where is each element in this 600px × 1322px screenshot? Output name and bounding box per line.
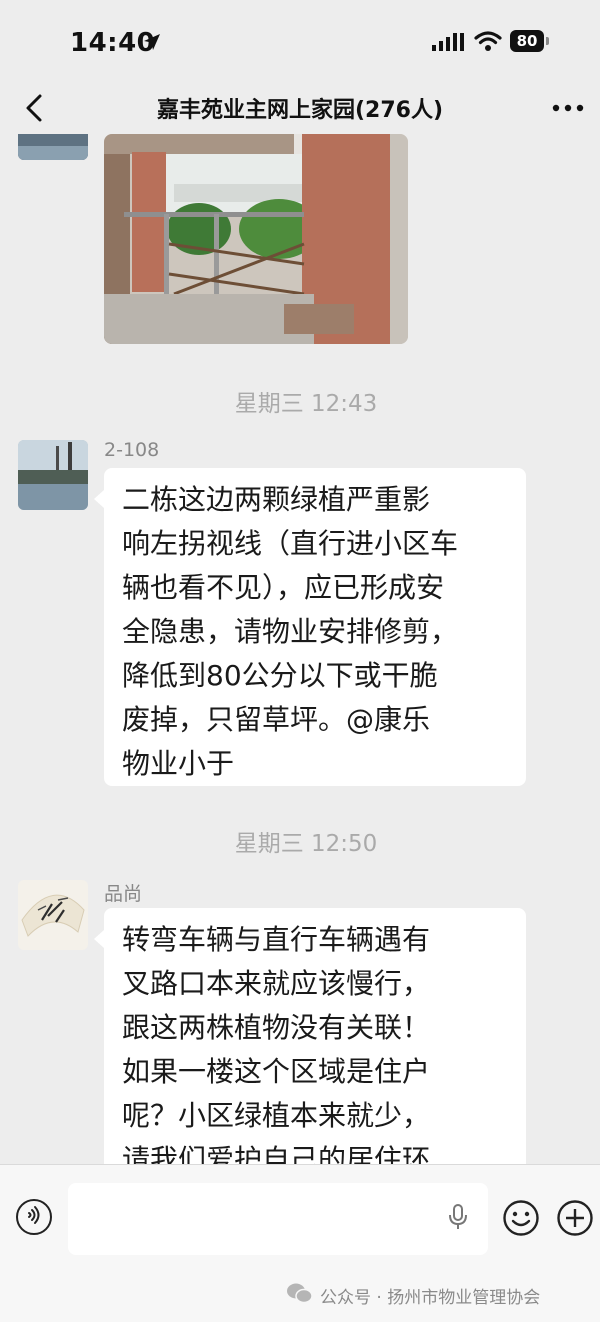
battery-icon: 80 — [510, 30, 544, 52]
battery-tip — [546, 37, 549, 45]
avatar[interactable] — [18, 134, 88, 160]
input-bar — [0, 1164, 600, 1265]
message-input[interactable] — [68, 1183, 488, 1255]
chat-title: 嘉丰苑业主网上家园(276人) — [156, 98, 444, 123]
chat-header: 嘉丰苑业主网上家园(276人) — [0, 82, 600, 134]
avatar[interactable] — [18, 880, 88, 950]
wifi-icon — [474, 31, 502, 51]
message-bubble[interactable]: 转弯车辆与直行车辆遇有 叉路口本来就应该慢行， 跟这两株植物没有关联！ 如果一楼… — [94, 908, 526, 1164]
back-chevron-icon[interactable] — [20, 90, 52, 126]
plus-icon[interactable] — [556, 1199, 594, 1237]
location-arrow-icon — [144, 34, 160, 50]
microphone-icon[interactable] — [448, 1203, 468, 1231]
voice-button[interactable] — [16, 1199, 52, 1235]
message-timestamp: 星期三 12:50 — [234, 831, 378, 857]
avatar[interactable] — [18, 440, 88, 510]
emoji-icon[interactable] — [502, 1199, 540, 1237]
sender-name: 2-108 — [104, 439, 160, 461]
status-bar: 14:40 80 — [0, 0, 600, 82]
watermark-text: 公众号 · 扬州市物业管理协会 — [320, 1288, 541, 1308]
watermark: 公众号 · 扬州市物业管理协会 — [0, 1264, 600, 1322]
message-list[interactable]: 星期三 12:43 2-108 二栋这边两颗绿植严重影 响左拐视线（直行进小区车… — [0, 134, 600, 1164]
signal-icon — [432, 33, 464, 51]
sender-name: 品尚 — [104, 883, 143, 905]
message-bubble[interactable]: 二栋这边两颗绿植严重影 响左拐视线（直行进小区车 辆也看不见），应已形成安 全隐… — [94, 468, 526, 786]
wechat-logo-icon — [287, 1283, 313, 1304]
message-photo[interactable] — [104, 134, 408, 344]
voice-icon — [28, 1206, 40, 1224]
message-timestamp: 星期三 12:43 — [234, 391, 378, 417]
more-icon[interactable] — [550, 94, 586, 122]
